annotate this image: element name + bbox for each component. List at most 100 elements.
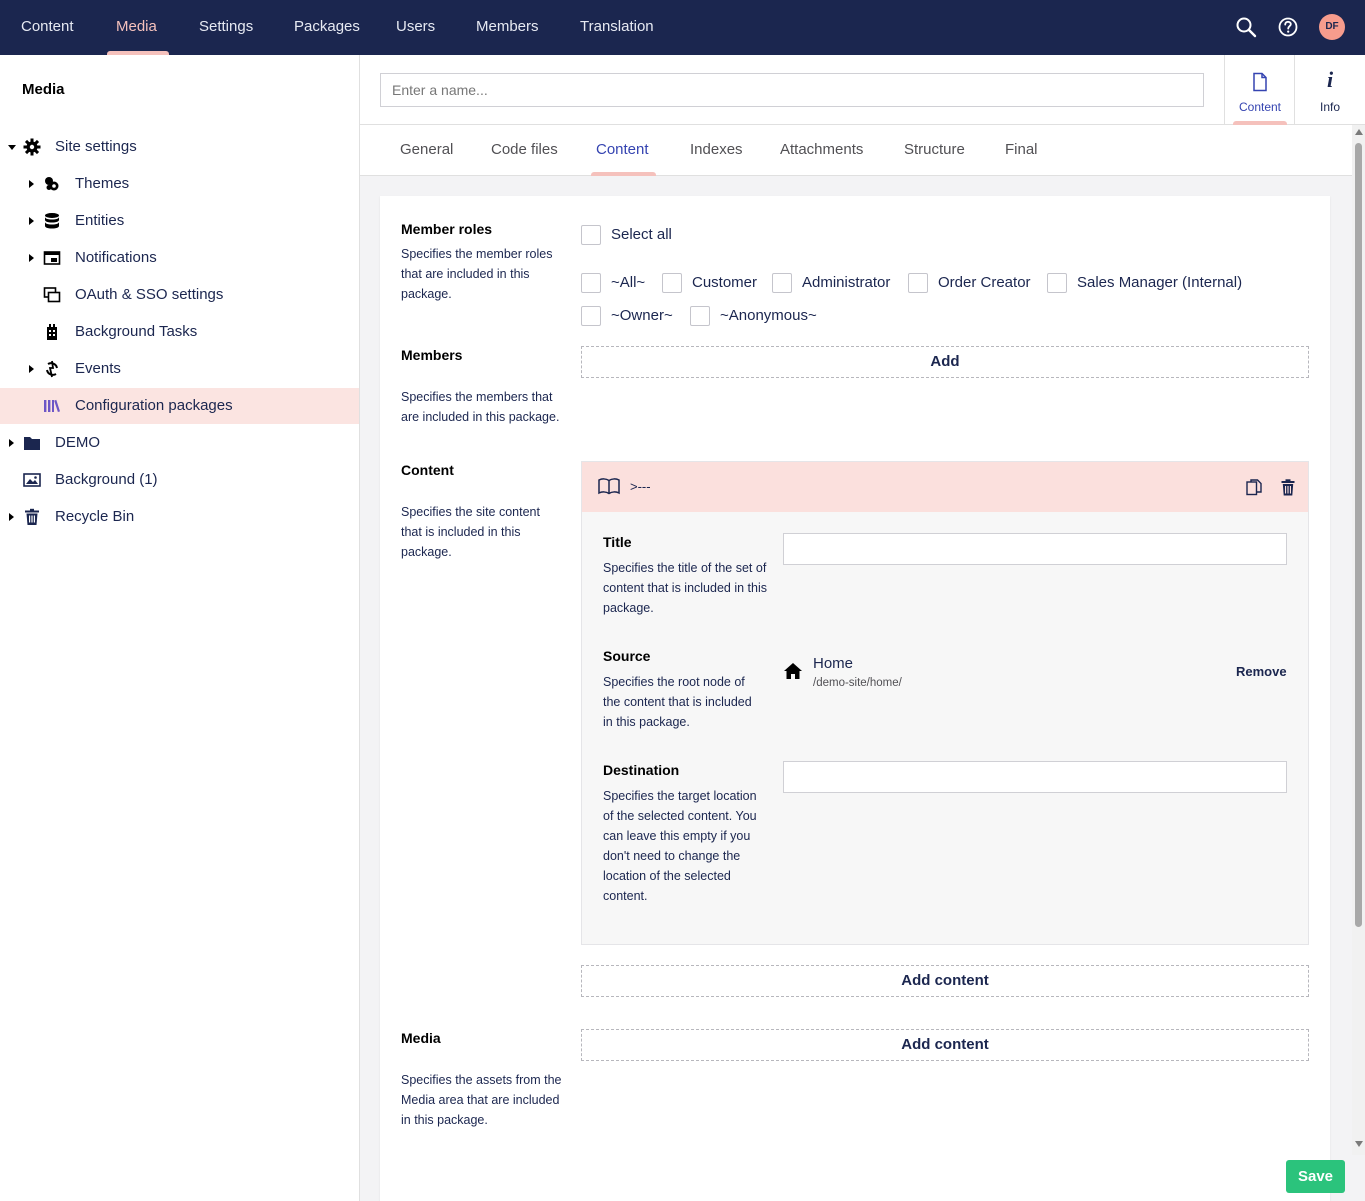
tree-item-oauth-sso[interactable]: OAuth & SSO settings bbox=[0, 277, 359, 313]
app-content-button[interactable]: Content bbox=[1224, 55, 1294, 125]
nav-content[interactable]: Content bbox=[21, 0, 74, 55]
role-checkbox-administrator[interactable] bbox=[772, 273, 792, 293]
role-checkbox-all[interactable] bbox=[581, 273, 601, 293]
member-roles-description: Specifies the member roles that are incl… bbox=[401, 247, 553, 301]
tab-indexes[interactable]: Indexes bbox=[690, 141, 743, 158]
tree-item-label: Configuration packages bbox=[75, 397, 233, 414]
palette-icon bbox=[45, 177, 59, 191]
caret-right-icon[interactable] bbox=[29, 365, 34, 373]
nav-media[interactable]: Media bbox=[116, 0, 157, 55]
tree-item-background[interactable]: Background (1) bbox=[0, 462, 359, 498]
tab-bar: General Code files Content Indexes Attac… bbox=[360, 125, 1365, 176]
title-label: Title bbox=[603, 534, 632, 550]
tree-item-label: Themes bbox=[75, 175, 130, 192]
caret-down-icon[interactable] bbox=[8, 145, 16, 150]
caret-right-icon[interactable] bbox=[9, 439, 14, 447]
source-node-path: /demo-site/home/ bbox=[813, 677, 902, 689]
tree-item-label: Background (1) bbox=[55, 471, 158, 488]
role-label: ~Owner~ bbox=[611, 307, 673, 324]
tab-code-files[interactable]: Code files bbox=[491, 141, 558, 158]
role-checkbox-order-creator[interactable] bbox=[908, 273, 928, 293]
nav-translation[interactable]: Translation bbox=[580, 0, 654, 55]
tree-item-recycle-bin[interactable]: Recycle Bin bbox=[0, 499, 359, 535]
trash-icon[interactable] bbox=[1281, 479, 1295, 496]
caret-right-icon[interactable] bbox=[29, 180, 34, 188]
windows-icon bbox=[43, 287, 61, 303]
role-label: Administrator bbox=[802, 274, 891, 291]
home-icon bbox=[784, 663, 802, 679]
select-all-checkbox[interactable] bbox=[581, 225, 601, 245]
help-icon[interactable] bbox=[1277, 16, 1299, 38]
content-block: >--- Title Specifies the title of the se… bbox=[581, 461, 1309, 945]
select-all-label: Select all bbox=[611, 226, 672, 243]
book-open-icon bbox=[598, 478, 620, 495]
nav-users[interactable]: Users bbox=[396, 0, 435, 55]
tree-item-site-settings[interactable]: Site settings bbox=[0, 129, 359, 165]
members-description: Specifies the members that are included … bbox=[401, 390, 560, 424]
nav-packages[interactable]: Packages bbox=[294, 0, 360, 55]
destination-input[interactable] bbox=[783, 761, 1287, 793]
tree-item-themes[interactable]: Themes bbox=[0, 166, 359, 202]
remove-source-button[interactable]: Remove bbox=[1236, 664, 1287, 679]
user-avatar[interactable]: DF bbox=[1319, 14, 1345, 40]
add-content-button[interactable]: Add content bbox=[581, 965, 1309, 997]
content-panel: Member roles Specifies the member roles … bbox=[380, 196, 1330, 1201]
tab-attachments[interactable]: Attachments bbox=[780, 141, 863, 158]
scrollbar-thumb[interactable] bbox=[1355, 143, 1362, 927]
source-node-name: Home bbox=[813, 655, 854, 672]
app-info-label: Info bbox=[1319, 100, 1340, 114]
tree-item-configuration-packages[interactable]: Configuration packages bbox=[0, 388, 359, 424]
tab-general[interactable]: General bbox=[400, 141, 453, 158]
notification-icon bbox=[43, 251, 61, 265]
tab-structure[interactable]: Structure bbox=[904, 141, 965, 158]
add-member-button[interactable]: Add bbox=[581, 346, 1309, 378]
copy-icon[interactable] bbox=[1246, 479, 1262, 496]
role-checkbox-anonymous[interactable] bbox=[690, 306, 710, 326]
content-block-header[interactable]: >--- bbox=[582, 462, 1308, 512]
tab-content[interactable]: Content bbox=[596, 141, 649, 158]
role-label: ~All~ bbox=[611, 274, 646, 291]
role-label: Order Creator bbox=[938, 274, 1031, 291]
add-media-button[interactable]: Add content bbox=[581, 1029, 1309, 1061]
role-label: Customer bbox=[692, 274, 758, 291]
tree-item-entities[interactable]: Entities bbox=[0, 203, 359, 239]
tree-item-events[interactable]: Events bbox=[0, 351, 359, 387]
top-navigation: Content Media Settings Packages Users Me… bbox=[0, 0, 1365, 55]
tree-item-notifications[interactable]: Notifications bbox=[0, 240, 359, 276]
editor-header: Content i Info bbox=[360, 55, 1365, 125]
scroll-down-arrow[interactable] bbox=[1355, 1141, 1363, 1147]
caret-right-icon[interactable] bbox=[9, 513, 14, 521]
search-icon[interactable] bbox=[1235, 16, 1257, 38]
nav-settings[interactable]: Settings bbox=[199, 0, 253, 55]
name-input[interactable] bbox=[380, 73, 1204, 107]
tree-item-demo[interactable]: DEMO bbox=[0, 425, 359, 461]
books-icon bbox=[44, 399, 60, 413]
role-checkbox-owner[interactable] bbox=[581, 306, 601, 326]
members-label: Members bbox=[401, 347, 463, 363]
main-editor: Content i Info General Code files Conten… bbox=[360, 55, 1365, 1201]
destination-label: Destination bbox=[603, 762, 680, 778]
title-input[interactable] bbox=[783, 533, 1287, 565]
tree-item-label: Entities bbox=[75, 212, 125, 229]
app-info-button[interactable]: i Info bbox=[1294, 55, 1364, 125]
tree-item-label: Notifications bbox=[75, 249, 157, 266]
role-checkbox-customer[interactable] bbox=[662, 273, 682, 293]
tasks-icon bbox=[47, 324, 57, 340]
media-description: Specifies the assets from the Media area… bbox=[401, 1073, 562, 1127]
caret-right-icon[interactable] bbox=[29, 217, 34, 225]
scroll-up-arrow[interactable] bbox=[1355, 129, 1363, 135]
tree-item-label: Recycle Bin bbox=[55, 508, 135, 525]
tree-item-background-tasks[interactable]: Background Tasks bbox=[0, 314, 359, 350]
info-icon: i bbox=[1326, 67, 1334, 92]
nav-members[interactable]: Members bbox=[476, 0, 539, 55]
role-label: ~Anonymous~ bbox=[720, 307, 817, 324]
tab-final[interactable]: Final bbox=[1005, 141, 1038, 158]
role-checkbox-sales-manager[interactable] bbox=[1047, 273, 1067, 293]
vertical-scrollbar[interactable] bbox=[1352, 125, 1365, 1155]
caret-right-icon[interactable] bbox=[29, 254, 34, 262]
media-label: Media bbox=[401, 1030, 441, 1046]
save-button[interactable]: Save bbox=[1286, 1160, 1345, 1193]
content-block-name: >--- bbox=[630, 479, 651, 494]
content-description: Specifies the site content that is inclu… bbox=[401, 505, 540, 559]
tree-item-label: OAuth & SSO settings bbox=[75, 286, 224, 303]
